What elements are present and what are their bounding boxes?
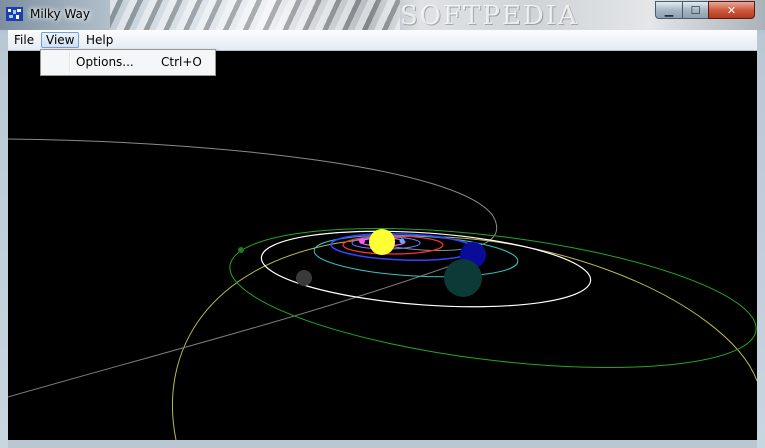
title-bar[interactable]: SOFTPEDIA Milky Way ▁ ☐ ✕: [0, 0, 765, 30]
outer-orbit-grey-lower: [8, 255, 479, 398]
planet-green-small[interactable]: [238, 247, 244, 253]
milky-way-app-icon[interactable]: [6, 7, 23, 21]
sun[interactable]: [369, 229, 395, 255]
menu-item-options[interactable]: Options... Ctrl+O: [43, 52, 213, 73]
planet-teal-large[interactable]: [444, 259, 482, 297]
close-icon: ✕: [726, 3, 737, 17]
title-bar-wallpaper: [110, 0, 400, 30]
orbit-green: [229, 228, 757, 368]
planet-magenta[interactable]: [359, 238, 365, 244]
options-label: Options...: [76, 55, 134, 69]
solar-system-viewport[interactable]: [8, 51, 757, 440]
maximize-icon: ☐: [690, 3, 701, 17]
menu-view[interactable]: View: [41, 32, 80, 48]
maximize-button[interactable]: ☐: [682, 1, 709, 19]
planet-lightblue[interactable]: [399, 238, 405, 244]
menu-bar: File View Help: [8, 30, 757, 51]
solar-system-scene: [8, 138, 757, 440]
minimize-button[interactable]: ▁: [655, 1, 683, 19]
menu-help[interactable]: Help: [82, 32, 117, 48]
app-window: SOFTPEDIA Milky Way ▁ ☐ ✕ File View Help: [0, 0, 765, 448]
window-bottom-border: [8, 440, 757, 448]
menu-file[interactable]: File: [10, 32, 38, 48]
minimize-icon: ▁: [664, 3, 674, 17]
outer-orbit-grey: [8, 138, 498, 252]
close-button[interactable]: ✕: [708, 1, 755, 19]
options-shortcut: Ctrl+O: [161, 55, 202, 69]
window-title: Milky Way: [30, 7, 91, 21]
view-dropdown-menu: Options... Ctrl+O: [40, 49, 216, 76]
softpedia-watermark: SOFTPEDIA: [400, 1, 579, 30]
planet-grey[interactable]: [296, 270, 312, 286]
